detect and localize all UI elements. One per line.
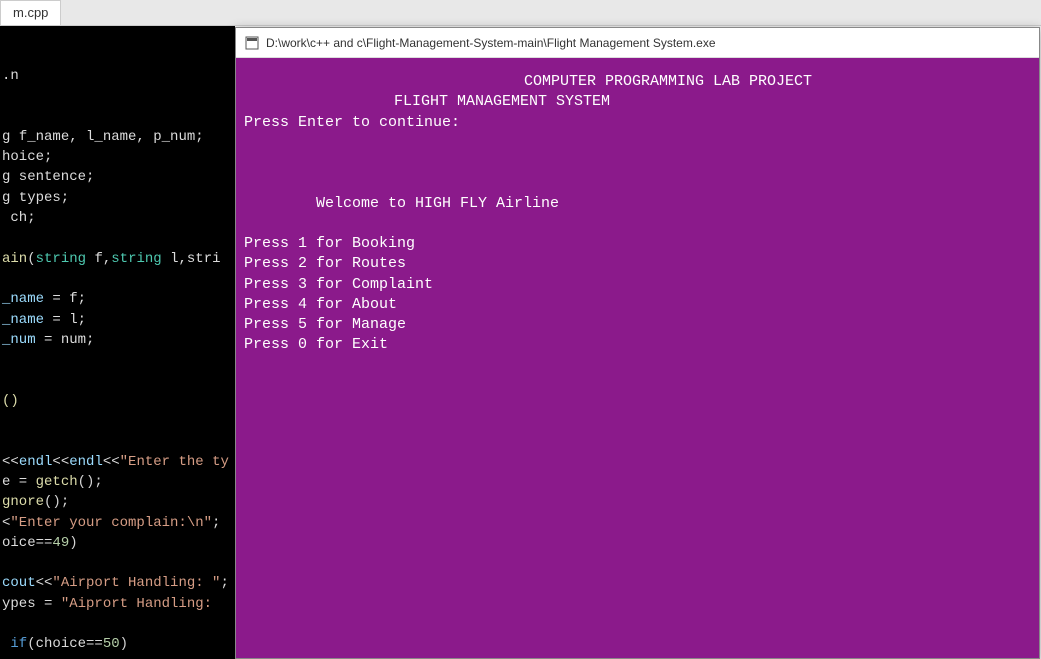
console-line <box>244 214 1031 234</box>
code-line <box>0 107 235 127</box>
code-line: oice==49) <box>0 533 235 553</box>
code-line: _num = num; <box>0 330 235 350</box>
console-line <box>244 133 1031 153</box>
console-line: Press 2 for Routes <box>244 254 1031 274</box>
code-line <box>0 431 235 451</box>
code-line: cout<<"Airport Handling: "; <box>0 573 235 593</box>
code-line <box>0 86 235 106</box>
code-line: ain(string f,string l,stri <box>0 249 235 269</box>
console-line: Press Enter to continue: <box>244 113 1031 133</box>
code-line: e = getch(); <box>0 472 235 492</box>
console-line: Welcome to HIGH FLY Airline <box>244 194 1031 214</box>
console-line: FLIGHT MANAGEMENT SYSTEM <box>244 92 1031 112</box>
code-line: <"Enter your complain:\n"; <box>0 513 235 533</box>
code-line: hoice; <box>0 147 235 167</box>
code-line: if(choice==50) <box>0 634 235 654</box>
code-line <box>0 614 235 634</box>
code-line <box>0 553 235 573</box>
code-line: g sentence; <box>0 167 235 187</box>
code-line: g f_name, l_name, p_num; <box>0 127 235 147</box>
code-line: _name = l; <box>0 310 235 330</box>
code-line: ypes = "Aiprort Handling: <box>0 594 235 614</box>
code-line <box>0 350 235 370</box>
code-line <box>0 370 235 390</box>
console-line: Press 0 for Exit <box>244 335 1031 355</box>
code-line <box>0 411 235 431</box>
console-icon <box>244 35 260 51</box>
console-line: Press 4 for About <box>244 295 1031 315</box>
code-editor[interactable]: .n g f_name, l_name, p_num;hoice;g sente… <box>0 26 235 659</box>
code-line: gnore(); <box>0 492 235 512</box>
code-line: <<endl<<endl<<"Enter the ty <box>0 452 235 472</box>
tab-label: m.cpp <box>13 5 48 20</box>
tab-bar: m.cpp <box>0 0 1041 26</box>
console-window[interactable]: D:\work\c++ and c\Flight-Management-Syst… <box>235 27 1040 659</box>
code-line: () <box>0 391 235 411</box>
console-line <box>244 153 1031 173</box>
code-line: _name = f; <box>0 289 235 309</box>
console-output[interactable]: COMPUTER PROGRAMMING LAB PROJECTFLIGHT M… <box>236 58 1039 658</box>
code-line: .n <box>0 66 235 86</box>
console-titlebar[interactable]: D:\work\c++ and c\Flight-Management-Syst… <box>236 28 1039 58</box>
console-line: COMPUTER PROGRAMMING LAB PROJECT <box>244 72 1031 92</box>
code-line <box>0 269 235 289</box>
code-line: g types; <box>0 188 235 208</box>
console-line: Press 1 for Booking <box>244 234 1031 254</box>
code-line: ch; <box>0 208 235 228</box>
console-line: Press 5 for Manage <box>244 315 1031 335</box>
console-line <box>244 173 1031 193</box>
console-line: Press 3 for Complaint <box>244 275 1031 295</box>
tab-file[interactable]: m.cpp <box>0 0 61 25</box>
code-line <box>0 228 235 248</box>
console-title: D:\work\c++ and c\Flight-Management-Syst… <box>266 36 716 50</box>
